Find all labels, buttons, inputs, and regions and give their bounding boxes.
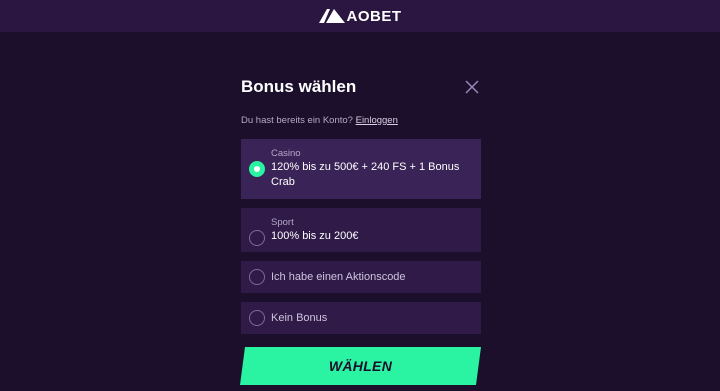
login-prompt: Du hast bereits ein Konto? Einloggen bbox=[241, 115, 481, 126]
option-description: 120% bis zu 500€ + 240 FS + 1 Bonus Crab bbox=[271, 161, 460, 188]
login-prompt-text: Du hast bereits ein Konto? bbox=[241, 115, 353, 126]
close-icon bbox=[465, 80, 479, 94]
option-label: Ich habe einen Aktionscode bbox=[271, 270, 406, 283]
option-category: Sport bbox=[271, 217, 294, 228]
option-label: Kein Bonus bbox=[271, 311, 328, 324]
radio-no-bonus[interactable] bbox=[249, 310, 265, 326]
close-button[interactable] bbox=[464, 79, 480, 95]
bonus-option-casino[interactable]: Casino 120% bis zu 500€ + 240 FS + 1 Bon… bbox=[241, 139, 481, 199]
modal-header: Bonus wählen bbox=[241, 72, 481, 102]
select-bonus-button-label: WÄHLEN bbox=[328, 358, 393, 374]
radio-promo-code[interactable] bbox=[249, 269, 265, 285]
brand-logo[interactable]: AOBET bbox=[318, 7, 402, 25]
radio-sport[interactable] bbox=[249, 230, 265, 246]
radio-casino[interactable] bbox=[249, 161, 265, 177]
top-bar: AOBET bbox=[0, 0, 720, 32]
select-bonus-button[interactable]: WÄHLEN bbox=[240, 347, 481, 385]
option-category: Casino bbox=[271, 148, 301, 159]
brand-name: AOBET bbox=[346, 7, 402, 25]
bonus-option-none[interactable]: Kein Bonus bbox=[241, 302, 481, 334]
aobet-logo-icon bbox=[318, 9, 345, 23]
bonus-option-sport[interactable]: Sport 100% bis zu 200€ bbox=[241, 208, 481, 252]
bonus-option-promo-code[interactable]: Ich habe einen Aktionscode bbox=[241, 261, 481, 293]
bonus-options: Casino 120% bis zu 500€ + 240 FS + 1 Bon… bbox=[241, 139, 481, 334]
option-description: 100% bis zu 200€ bbox=[271, 230, 359, 242]
bonus-modal: Bonus wählen Du hast bereits ein Konto? … bbox=[241, 72, 481, 343]
modal-title: Bonus wählen bbox=[241, 77, 357, 96]
login-link[interactable]: Einloggen bbox=[356, 115, 398, 126]
